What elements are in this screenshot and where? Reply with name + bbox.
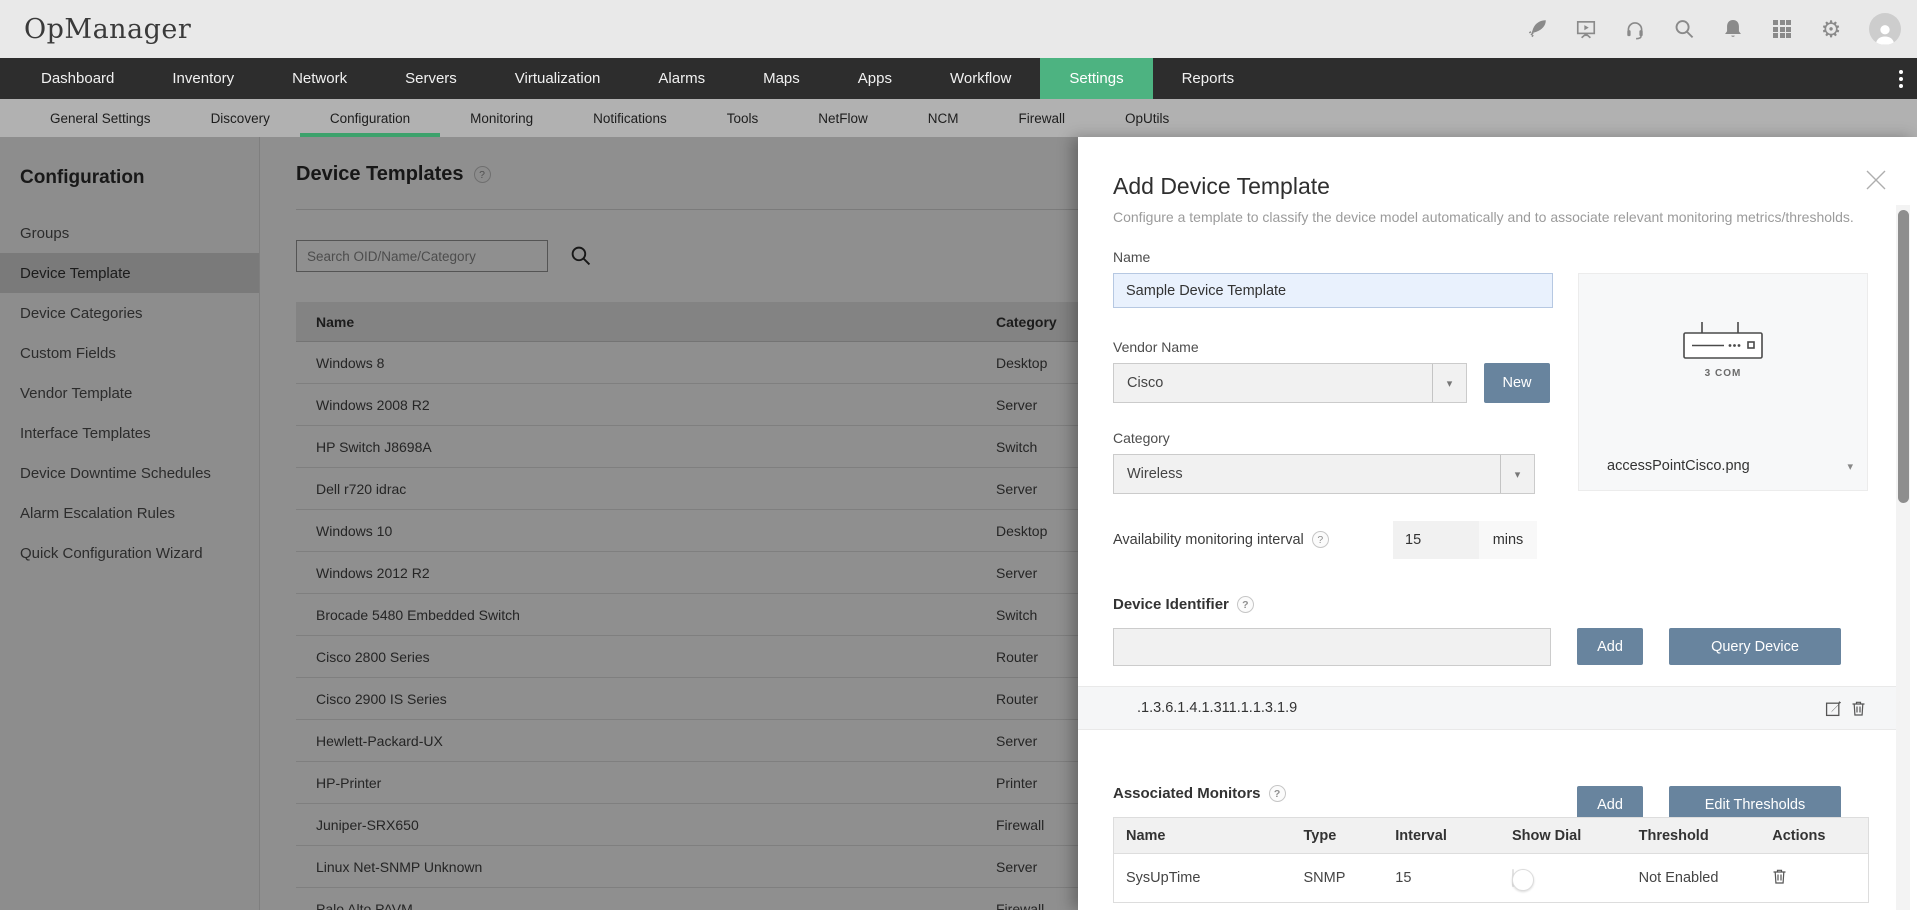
name-label: Name [1113,249,1150,265]
drawer-scrollbar-track[interactable] [1896,205,1910,910]
monitors-col-threshold: Threshold [1639,828,1773,844]
delete-oid-icon[interactable] [1851,700,1866,717]
associated-monitors-help-icon[interactable]: ? [1269,785,1286,802]
device-identifier-label: Device Identifier [1113,596,1229,613]
monitor-interval: 15 [1395,870,1512,886]
monitors-col-interval: Interval [1395,828,1512,844]
support-headset-icon[interactable] [1624,18,1646,40]
subnav-ncm[interactable]: NCM [898,99,989,137]
template-name-input[interactable] [1113,273,1553,308]
subnav-oputils[interactable]: OpUtils [1095,99,1199,137]
modal-dim-overlay [0,137,1078,910]
category-select-value: Wireless [1114,466,1500,482]
show-dial-toggle[interactable] [1512,869,1514,887]
apps-grid-icon[interactable] [1771,18,1793,40]
nav-item-reports[interactable]: Reports [1153,58,1264,99]
vendor-label: Vendor Name [1113,339,1199,355]
monitor-type: SNMP [1304,870,1396,886]
nav-item-dashboard[interactable]: Dashboard [12,58,143,99]
add-device-template-drawer: Add Device Template Configure a template… [1078,137,1917,910]
category-select[interactable]: Wireless ▾ [1113,454,1535,494]
identifier-add-button[interactable]: Add [1577,628,1643,665]
nav-item-inventory[interactable]: Inventory [143,58,263,99]
device-identifier-input[interactable] [1113,628,1551,666]
vendor-select[interactable]: Cisco ▾ [1113,363,1467,403]
device-image-picker: 3 COM accessPointCisco.png ▾ [1578,273,1868,491]
settings-gear-icon[interactable]: ⚙ [1820,18,1842,40]
associated-monitors-label: Associated Monitors [1113,785,1261,802]
monitors-col-show-dial: Show Dial [1512,828,1639,844]
access-point-device-icon: 3 COM [1579,318,1867,379]
subnav-firewall[interactable]: Firewall [989,99,1096,137]
top-header: OpManager ⚙ [0,0,1917,58]
availability-interval-unit: mins [1479,521,1537,559]
nav-item-settings[interactable]: Settings [1040,58,1152,99]
subnav-monitoring[interactable]: Monitoring [440,99,563,137]
nav-overflow-kebab-icon[interactable] [1899,58,1903,99]
drawer-title: Add Device Template [1113,173,1330,200]
settings-subnav: General Settings Discovery Configuration… [0,99,1917,137]
search-icon[interactable] [1673,18,1695,40]
identifier-oid-row: .1.3.6.1.4.1.311.1.1.3.1.9 [1078,686,1896,730]
availability-help-icon[interactable]: ? [1312,531,1329,548]
subnav-tools[interactable]: Tools [697,99,789,137]
monitor-threshold: Not Enabled [1639,870,1773,886]
nav-item-alarms[interactable]: Alarms [629,58,734,99]
chevron-down-icon: ▾ [1847,460,1853,473]
nav-item-maps[interactable]: Maps [734,58,829,99]
content-area: Configuration Groups Device Template Dev… [0,137,1917,910]
user-avatar[interactable] [1869,13,1901,45]
delete-monitor-icon[interactable] [1772,873,1787,889]
associated-monitors-table: Name Type Interval Show Dial Threshold A… [1113,817,1869,903]
monitor-name: SysUpTime [1114,870,1304,886]
subnav-configuration[interactable]: Configuration [300,99,440,137]
monitor-row: SysUpTime SNMP 15 Not Enabled [1114,854,1868,902]
device-image-filename: accessPointCisco.png [1607,458,1847,474]
app-logo: OpManager [24,14,191,45]
drawer-subtitle: Configure a template to classify the dev… [1113,209,1857,225]
availability-interval-input[interactable] [1393,521,1479,559]
training-presentation-icon[interactable] [1575,18,1597,40]
monitors-col-type: Type [1304,828,1396,844]
chevron-down-icon: ▾ [1432,364,1466,402]
chevron-down-icon: ▾ [1500,455,1534,493]
close-icon[interactable] [1863,167,1889,193]
subnav-notifications[interactable]: Notifications [563,99,697,137]
subnav-discovery[interactable]: Discovery [181,99,300,137]
nav-item-servers[interactable]: Servers [376,58,486,99]
vendor-select-value: Cisco [1114,375,1432,391]
category-label: Category [1113,430,1170,446]
device-image-select[interactable]: accessPointCisco.png ▾ [1607,458,1853,474]
nav-item-workflow[interactable]: Workflow [921,58,1040,99]
main-nav: Dashboard Inventory Network Servers Virt… [0,58,1917,99]
drawer-scrollbar-thumb[interactable] [1898,210,1909,503]
query-device-button[interactable]: Query Device [1669,628,1841,665]
rocket-icon[interactable] [1526,18,1548,40]
monitors-col-actions: Actions [1772,828,1868,844]
device-image-caption: 3 COM [1705,368,1742,379]
device-identifier-help-icon[interactable]: ? [1237,596,1254,613]
nav-item-network[interactable]: Network [263,58,376,99]
edit-oid-icon[interactable] [1825,700,1842,717]
monitors-col-name: Name [1114,828,1304,844]
nav-item-virtualization[interactable]: Virtualization [486,58,630,99]
monitors-header-row: Name Type Interval Show Dial Threshold A… [1114,818,1868,854]
nav-item-apps[interactable]: Apps [829,58,921,99]
new-vendor-button[interactable]: New [1484,363,1550,403]
header-icon-bar: ⚙ [1526,13,1901,45]
subnav-general-settings[interactable]: General Settings [20,99,181,137]
oid-value: .1.3.6.1.4.1.311.1.1.3.1.9 [1137,700,1825,716]
notifications-bell-icon[interactable] [1722,18,1744,40]
availability-interval-label: Availability monitoring interval [1113,532,1304,548]
subnav-netflow[interactable]: NetFlow [788,99,898,137]
